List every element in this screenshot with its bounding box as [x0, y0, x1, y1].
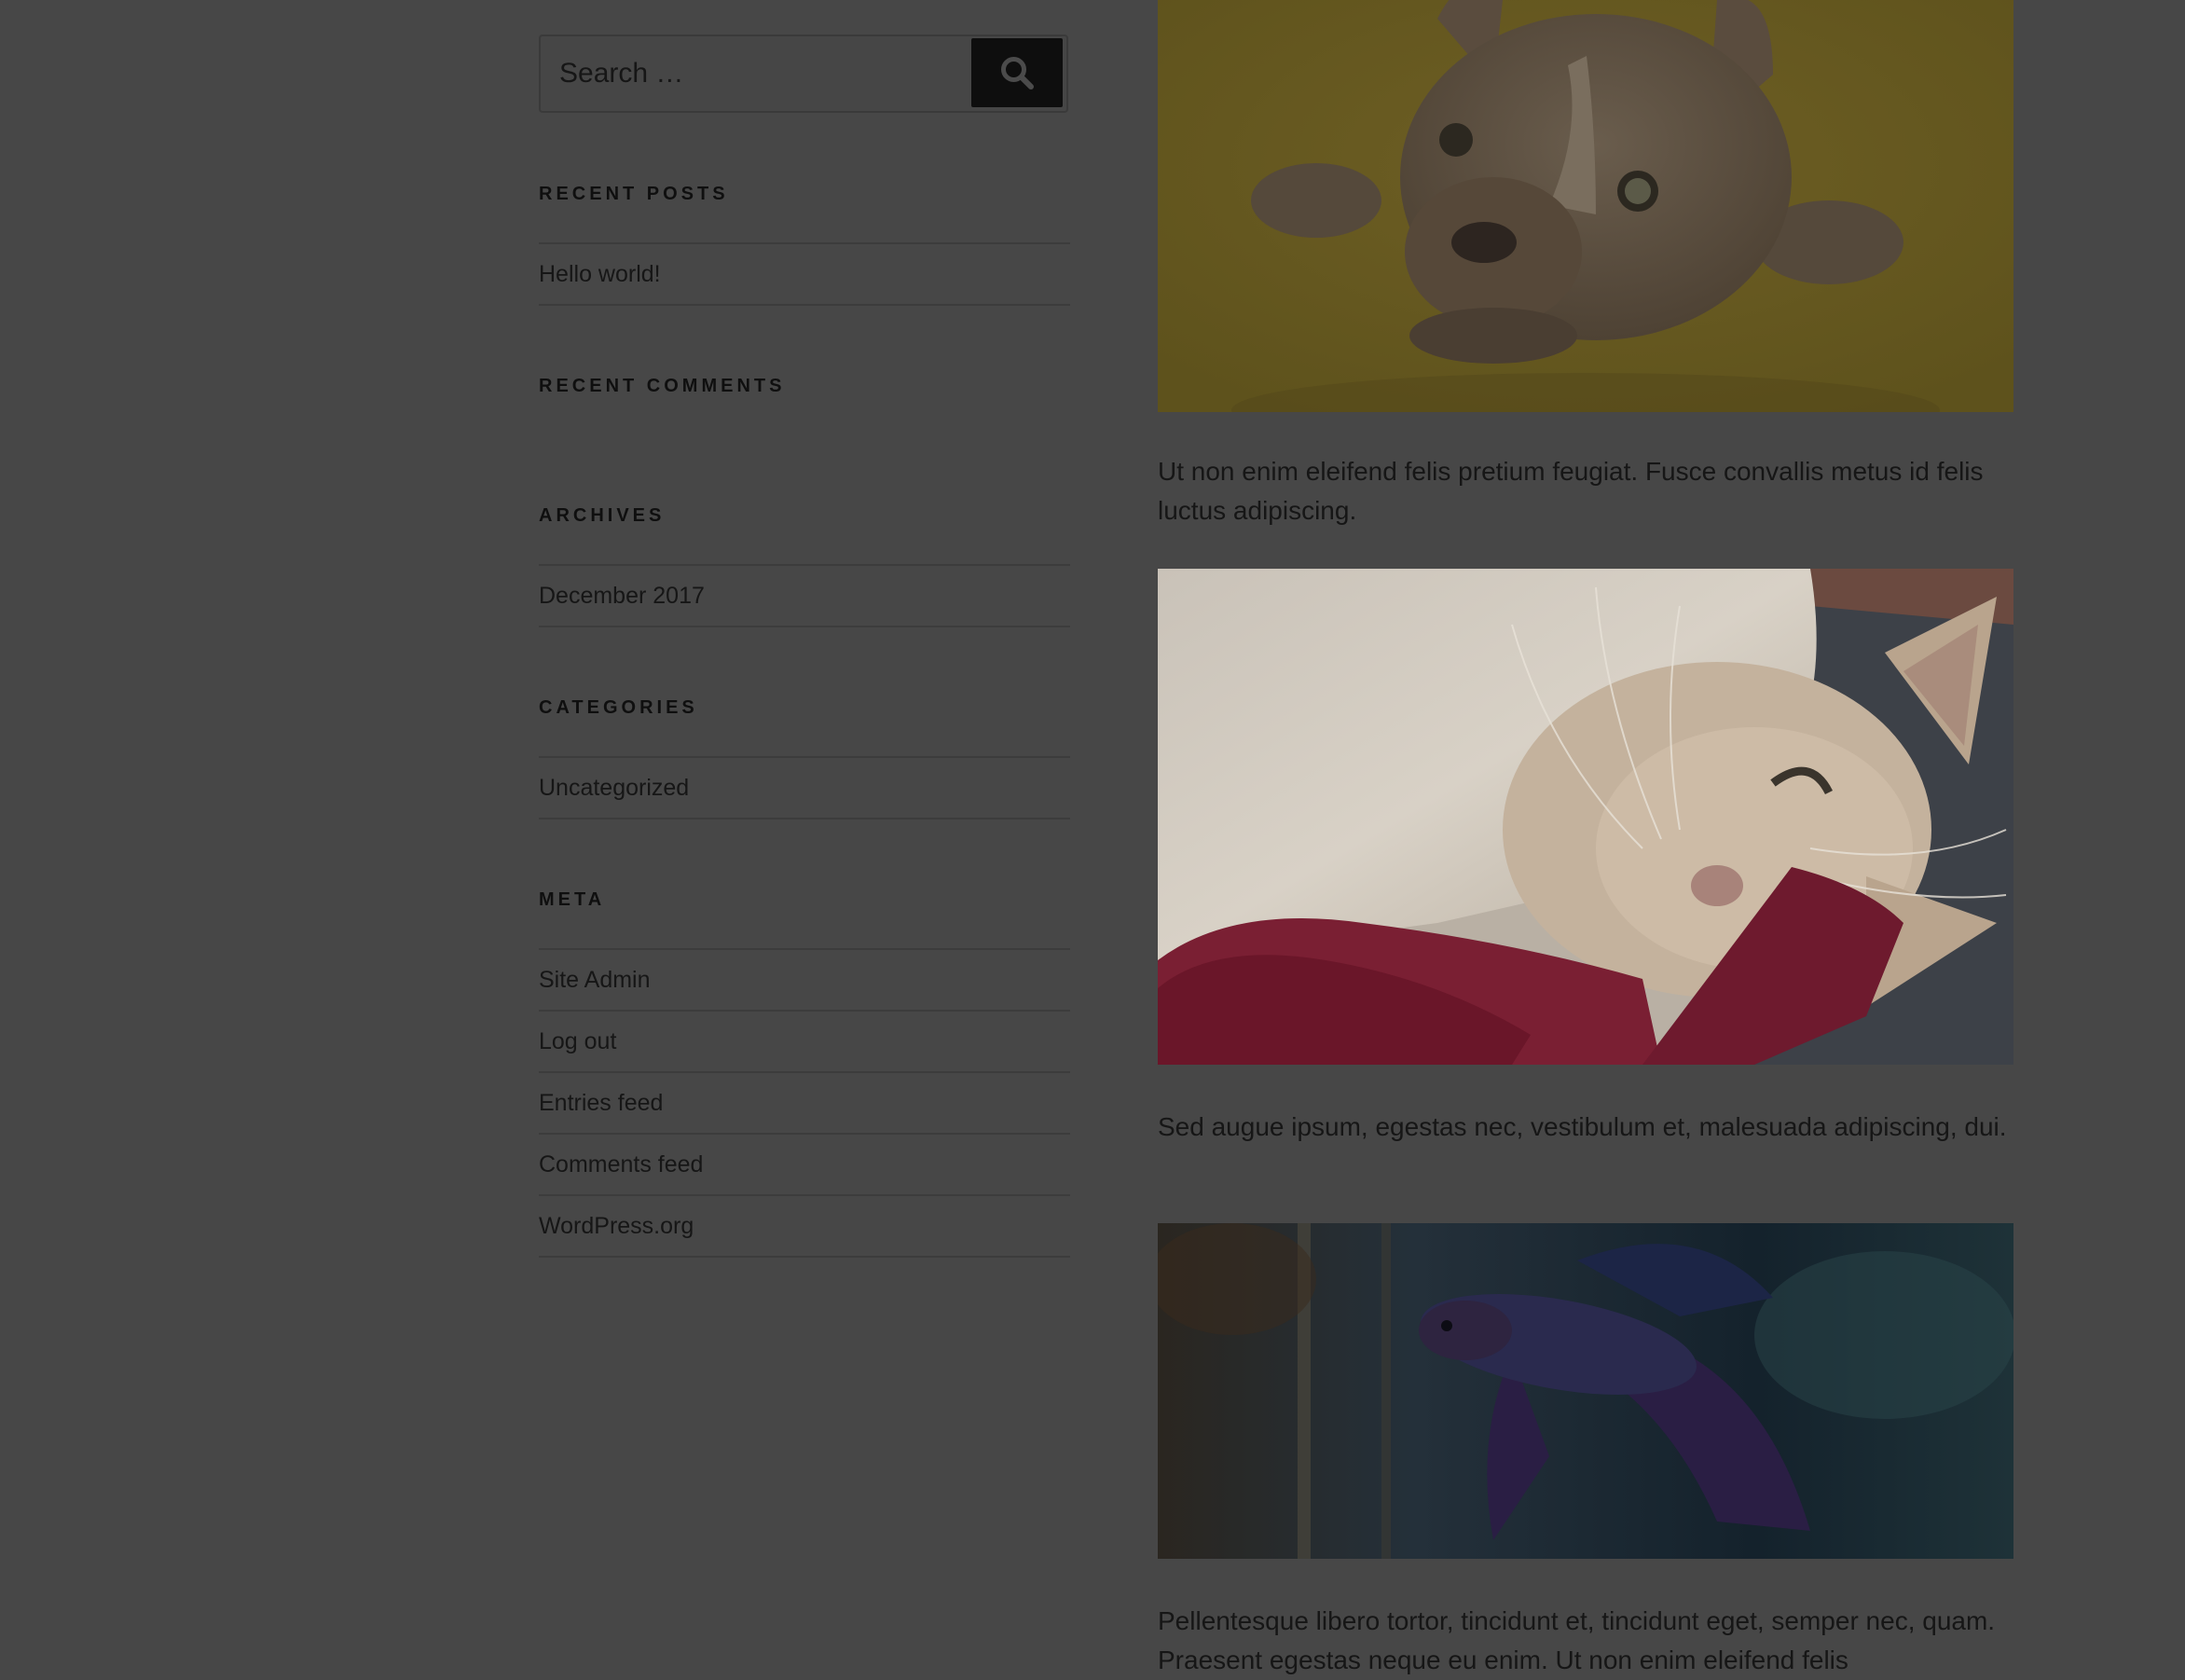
meta-heading: META [539, 889, 606, 910]
meta-list: Site Admin Log out Entries feed Comments… [539, 948, 1070, 1258]
archives-list: December 2017 [539, 564, 1070, 627]
comments-feed-link[interactable]: Comments feed [539, 1151, 703, 1178]
paragraph: Ut non enim eleifend felis pretium feugi… [1158, 457, 1984, 525]
list-item: Uncategorized [539, 758, 1070, 819]
search-button[interactable] [971, 38, 1063, 107]
wordpress-org-link[interactable]: WordPress.org [539, 1213, 694, 1240]
list-item: Entries feed [539, 1073, 1070, 1135]
search-input[interactable] [541, 36, 969, 111]
paragraph: Pellentesque libero tortor, tincidunt et… [1158, 1606, 1996, 1674]
recent-posts-list: Hello world! [539, 242, 1070, 306]
paragraph: Sed augue ipsum, egestas nec, vestibulum… [1158, 1112, 2007, 1141]
puppy-image [1158, 0, 2013, 412]
recent-posts-heading: RECENT POSTS [539, 184, 729, 204]
cat-image [1158, 569, 2013, 1065]
category-link[interactable]: Uncategorized [539, 775, 689, 802]
site-admin-link[interactable]: Site Admin [539, 967, 651, 994]
log-out-link[interactable]: Log out [539, 1028, 616, 1055]
list-item: WordPress.org [539, 1196, 1070, 1258]
list-item: Comments feed [539, 1135, 1070, 1196]
categories-heading: CATEGORIES [539, 697, 698, 718]
recent-comments-heading: RECENT COMMENTS [539, 376, 786, 396]
archives-heading: ARCHIVES [539, 505, 666, 526]
fish-image [1158, 1223, 2013, 1559]
list-item: Hello world! [539, 244, 1070, 306]
list-item: Log out [539, 1012, 1070, 1073]
recent-post-link[interactable]: Hello world! [539, 261, 661, 288]
list-item: December 2017 [539, 566, 1070, 627]
search-icon [1001, 57, 1034, 90]
archive-link[interactable]: December 2017 [539, 583, 705, 610]
entries-feed-link[interactable]: Entries feed [539, 1090, 663, 1117]
list-item: Site Admin [539, 950, 1070, 1012]
categories-list: Uncategorized [539, 756, 1070, 819]
search-form [539, 34, 1068, 113]
